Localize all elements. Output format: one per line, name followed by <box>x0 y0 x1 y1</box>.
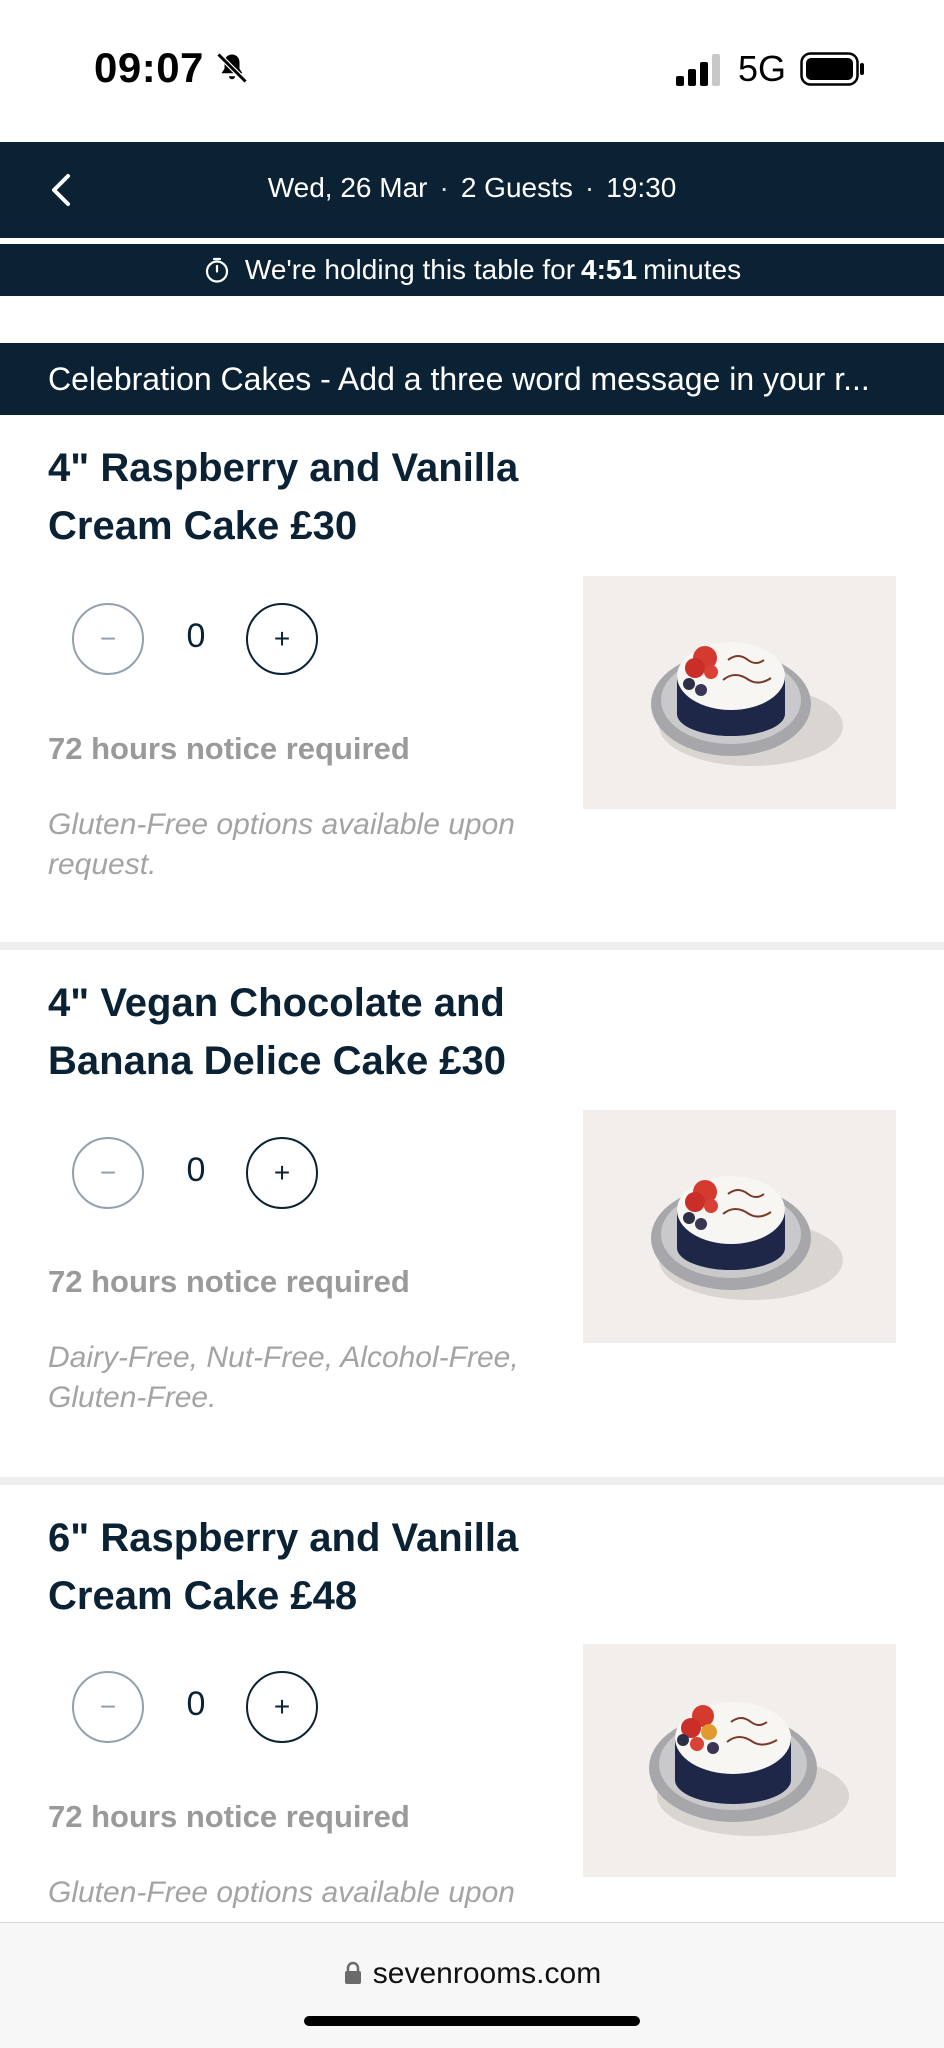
quantity-stepper: − 0 + <box>72 1671 318 1743</box>
product-card: 4" Raspberry and Vanilla Cream Cake £30 … <box>0 415 944 942</box>
quantity-stepper: − 0 + <box>72 603 318 675</box>
category-header[interactable]: Celebration Cakes - Add a three word mes… <box>0 343 944 415</box>
separator-dot: · <box>439 172 449 203</box>
booking-guests: 2 Guests <box>460 172 573 203</box>
quantity-value: 0 <box>186 1685 206 1723</box>
hold-countdown: 4:51 <box>581 254 638 285</box>
cellular-signal-icon <box>676 54 720 86</box>
cake-happy-birthday-image <box>651 1176 843 1300</box>
notice-text: 72 hours notice required <box>48 731 410 766</box>
product-description: Gluten-Free options available upon reque… <box>48 808 515 881</box>
product-card: 6" Raspberry and Vanilla Cream Cake £48 … <box>0 1485 944 1922</box>
product-title: 6" Raspberry and Vanilla Cream Cake £48 <box>48 1516 519 1618</box>
increase-quantity-button[interactable]: + <box>246 1671 318 1743</box>
url-text: sevenrooms.com <box>372 1957 602 1990</box>
cake-happy-anniversary-image <box>649 1702 849 1836</box>
browser-address-bar[interactable]: sevenrooms.com <box>0 1922 944 2048</box>
section-divider <box>0 942 944 950</box>
separator-dot: · <box>584 172 595 203</box>
product-description: Dairy-Free, Nut-Free, Alcohol-Free, Glut… <box>48 1341 519 1414</box>
product-title: 4" Vegan Chocolate and Banana Delice Cak… <box>48 981 507 1083</box>
booking-header: Wed, 26 Mar · 2 Guests · 19:30 <box>0 142 944 238</box>
cake-image <box>583 1644 896 1877</box>
table-hold-banner: We're holding this table for 4:51 minute… <box>0 244 944 296</box>
cake-happy-birthday-image <box>651 642 843 766</box>
booking-summary[interactable]: Wed, 26 Mar · 2 Guests · 19:30 <box>0 172 944 204</box>
quantity-value: 0 <box>186 1151 206 1189</box>
quantity-stepper: − 0 + <box>72 1137 318 1209</box>
notice-text: 72 hours notice required <box>48 1264 410 1299</box>
network-type: 5G <box>738 48 787 89</box>
booking-time: 19:30 <box>606 172 677 203</box>
cake-image <box>583 576 896 809</box>
cake-image <box>583 1110 896 1343</box>
section-divider <box>0 1477 944 1485</box>
decrease-quantity-button[interactable]: − <box>72 1671 144 1743</box>
hold-text: We're holding this table for <box>244 254 576 285</box>
quantity-value: 0 <box>186 617 206 655</box>
stopwatch-icon <box>205 257 228 283</box>
product-card: 4" Vegan Chocolate and Banana Delice Cak… <box>0 950 944 1477</box>
bell-muted-icon <box>216 52 248 84</box>
product-description: Gluten-Free options available upon <box>48 1876 515 1909</box>
hold-unit: minutes <box>643 254 742 285</box>
url-display[interactable]: sevenrooms.com <box>0 1957 944 1991</box>
lock-icon <box>344 1961 361 1984</box>
increase-quantity-button[interactable]: + <box>246 603 318 675</box>
decrease-quantity-button[interactable]: − <box>72 1137 144 1209</box>
notice-text: 72 hours notice required <box>48 1799 410 1834</box>
status-bar: 09:07 5G <box>0 0 944 140</box>
status-time: 09:07 <box>94 44 204 91</box>
booking-date: Wed, 26 Mar <box>267 172 428 203</box>
battery-icon <box>800 52 864 86</box>
product-title: 4" Raspberry and Vanilla Cream Cake £30 <box>48 446 519 548</box>
home-indicator[interactable] <box>304 2016 640 2026</box>
increase-quantity-button[interactable]: + <box>246 1137 318 1209</box>
decrease-quantity-button[interactable]: − <box>72 603 144 675</box>
